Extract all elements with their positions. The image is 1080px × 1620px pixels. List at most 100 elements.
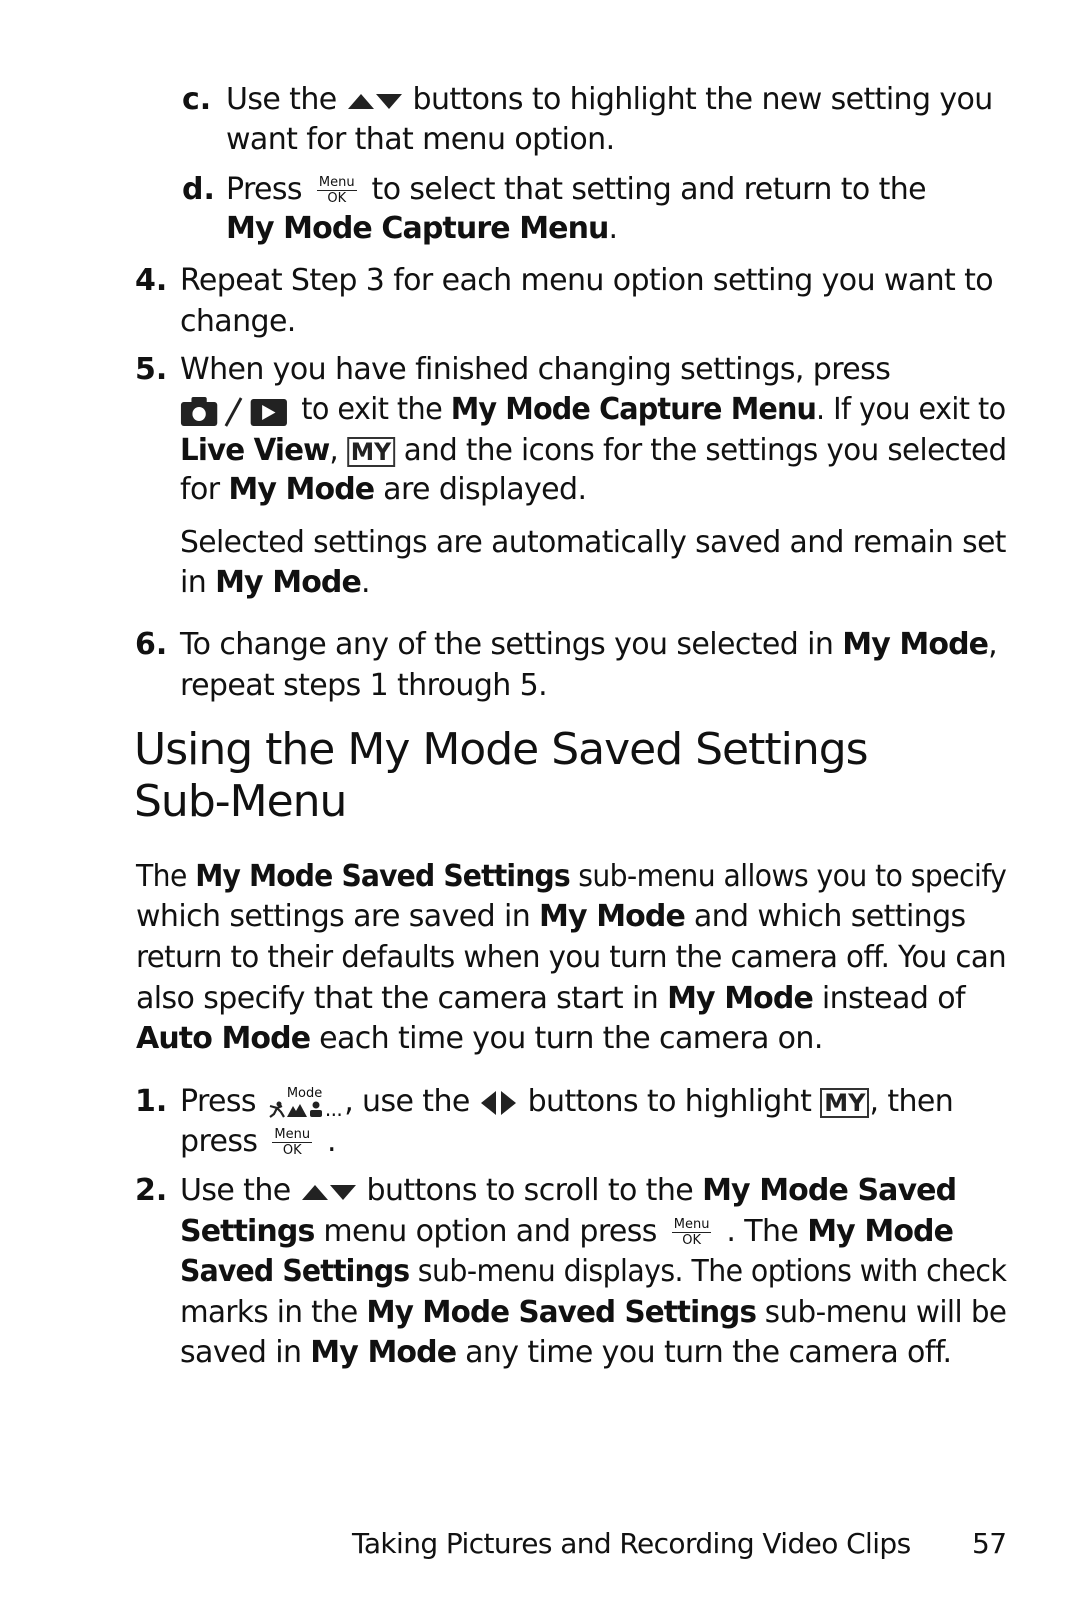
menu-name: My Mode Capture Menu — [450, 392, 817, 427]
text: saved in — [180, 1335, 302, 1370]
text: which settings are saved in — [136, 899, 531, 934]
section-step-1-line2: press Menu OK . — [180, 1122, 337, 1162]
sub-step-c-line1: Use the buttons to highlight the new set… — [226, 80, 993, 120]
text: , use the — [344, 1084, 470, 1119]
sub-step-marker: c. — [182, 82, 212, 117]
step-6-line1: To change any of the settings you select… — [180, 625, 998, 665]
text: marks in the — [180, 1295, 358, 1330]
text: Press — [226, 172, 303, 207]
sub-step-c-line2: want for that menu option. — [226, 122, 615, 157]
step-5-line2: to exit the My Mode Capture Menu. If you… — [180, 390, 1006, 430]
menu-name: Settings — [180, 1214, 315, 1249]
menu-name: My Mode Saved Settings — [195, 859, 570, 894]
page-number: 57 — [972, 1527, 1007, 1560]
playback-icon — [250, 398, 287, 426]
menu-ok-button-icon: Menu OK — [316, 175, 357, 206]
step-marker: 4. — [135, 263, 168, 298]
mode-name: My Mode — [807, 1214, 954, 1249]
step-5-line4: for My Mode are displayed. — [180, 470, 587, 510]
my-mode-icon: MY — [346, 436, 395, 467]
view-name: Live View — [180, 433, 330, 468]
intro-line5: Auto Mode each time you turn the camera … — [136, 1019, 823, 1059]
text: sub-menu displays. The options with chec… — [417, 1254, 1007, 1289]
text: sub-menu allows you to specify — [578, 859, 1007, 894]
step-marker: 6. — [135, 627, 168, 662]
mode-name: My Mode — [539, 899, 686, 934]
portrait-icon — [309, 1101, 322, 1117]
ellipsis: ... — [324, 1097, 343, 1121]
text: instead of — [821, 981, 966, 1016]
text: and the icons for the settings you selec… — [403, 433, 1007, 468]
mode-name: Auto Mode — [136, 1021, 311, 1056]
text: The — [136, 859, 187, 894]
text: . — [360, 565, 371, 600]
ok-label: OK — [682, 1233, 701, 1248]
intro-line4: also specify that the camera start in My… — [136, 979, 966, 1019]
menu-ok-button-icon: Menu OK — [671, 1217, 712, 1248]
menu-label: Menu — [272, 1127, 313, 1143]
text: . — [327, 1124, 337, 1159]
menu-name: My Mode Capture Menu — [226, 211, 609, 246]
text: for — [180, 472, 220, 507]
menu-ok-button-icon: Menu OK — [272, 1127, 313, 1158]
text: , then — [869, 1084, 954, 1119]
text: each time you turn the camera on. — [319, 1021, 823, 1056]
mode-name: My Mode — [215, 565, 362, 600]
text: Press — [180, 1084, 257, 1119]
sub-step-d-line2: My Mode Capture Menu. — [226, 209, 619, 249]
text: to select that setting and return to the — [371, 172, 927, 207]
intro-line3: return to their defaults when you turn t… — [136, 940, 1007, 975]
text: Use the — [226, 82, 337, 117]
ok-label: OK — [282, 1143, 302, 1158]
sub-step-d-line1: Press Menu OK to select that setting and … — [226, 170, 927, 210]
footer-chapter-title: Taking Pictures and Recording Video Clip… — [352, 1527, 911, 1560]
section-step-2-line1: Use the buttons to scroll to the My Mode… — [180, 1171, 957, 1211]
text: and which settings — [693, 899, 966, 934]
step-4-line1: Repeat Step 3 for each menu option setti… — [180, 263, 994, 298]
step-5-note-line2: in My Mode. — [180, 563, 370, 603]
mode-name: My Mode — [842, 627, 989, 662]
menu-label: Menu — [671, 1217, 712, 1233]
text: . If you exit to — [816, 392, 1006, 427]
step-marker: 5. — [135, 352, 168, 387]
intro-line1: The My Mode Saved Settings sub-menu allo… — [136, 857, 1007, 897]
section-heading-line2: Sub-Menu — [134, 776, 347, 827]
text: buttons to highlight the new setting you — [412, 82, 994, 117]
mode-glyphs: ... — [267, 1097, 343, 1121]
text: , — [988, 627, 998, 662]
mode-button-icon: Mode ... — [267, 1086, 343, 1121]
text: . — [608, 211, 619, 246]
manual-page: c. Use the buttons to highlight the new … — [0, 0, 1080, 1620]
text: sub-menu will be — [764, 1295, 1007, 1330]
menu-name: My Mode Saved — [702, 1173, 957, 1208]
section-step-2-line4: marks in the My Mode Saved Settings sub-… — [180, 1293, 1007, 1333]
section-step-2-line3: Saved Settings sub-menu displays. The op… — [180, 1252, 1007, 1292]
section-heading-line1: Using the My Mode Saved Settings — [134, 724, 869, 775]
text: buttons to highlight — [527, 1084, 812, 1119]
up-down-arrows-icon — [301, 1184, 356, 1200]
camera-icon — [180, 396, 218, 426]
sub-step-marker: d. — [182, 172, 215, 207]
mode-name: My Mode — [667, 981, 814, 1016]
text: are displayed. — [383, 472, 587, 507]
section-step-2-line5: saved in My Mode any time you turn the c… — [180, 1333, 952, 1373]
section-step-1-line1: Press Mode ... , use the buttons to high… — [180, 1082, 954, 1122]
text: buttons to scroll to the — [366, 1173, 694, 1208]
menu-label: Menu — [316, 175, 357, 191]
left-right-arrows-icon — [480, 1090, 516, 1115]
ok-label: OK — [327, 191, 347, 206]
menu-name: Saved Settings — [180, 1254, 410, 1289]
step-marker: 1. — [135, 1084, 168, 1119]
text: menu option and press — [323, 1214, 657, 1249]
mode-name: My Mode — [228, 472, 375, 507]
text: press — [180, 1124, 258, 1159]
text: , — [329, 433, 339, 468]
step-4-line2: change. — [180, 304, 296, 339]
landscape-icon — [286, 1104, 307, 1117]
text: Use the — [180, 1173, 291, 1208]
action-icon — [269, 1101, 285, 1118]
mode-name: My Mode — [310, 1335, 457, 1370]
action-landscape-portrait-icon — [269, 1101, 322, 1118]
step-marker: 2. — [135, 1173, 168, 1208]
mode-label: Mode — [286, 1086, 323, 1101]
